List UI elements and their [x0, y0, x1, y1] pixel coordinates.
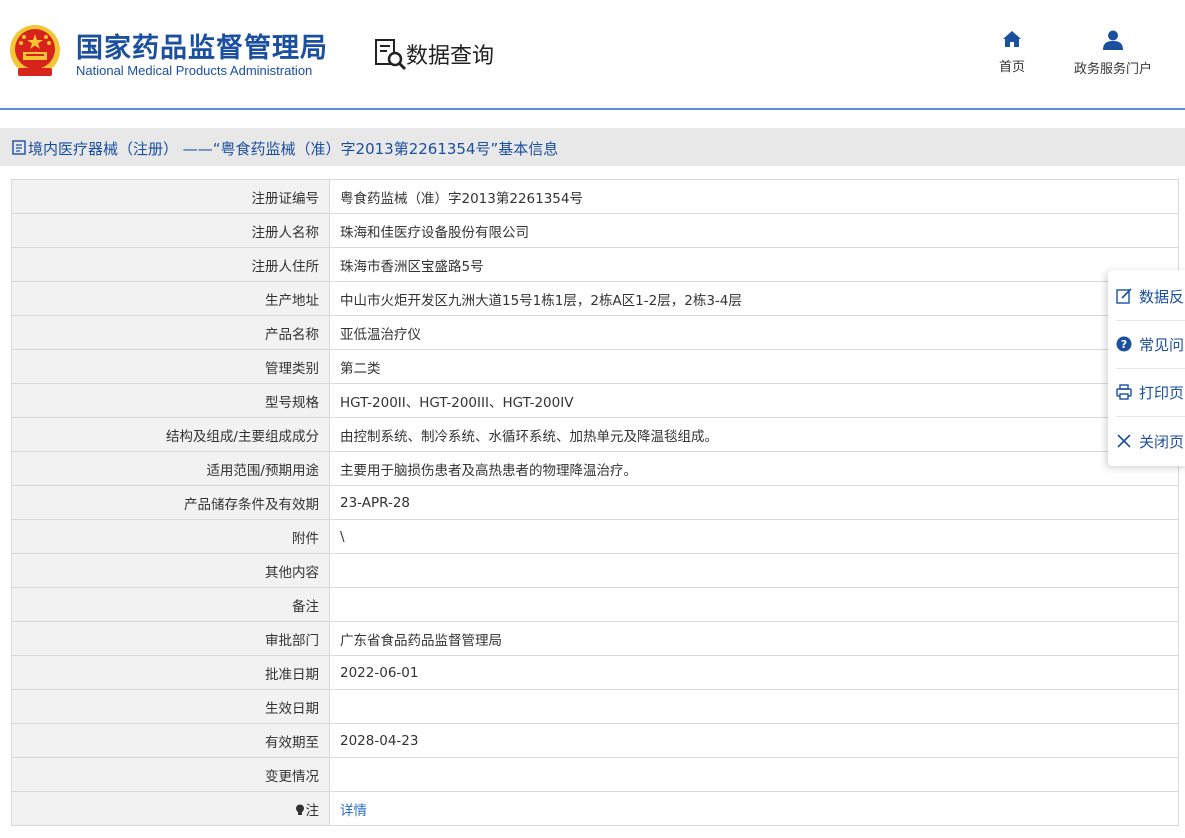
table-row: 备注 [11, 587, 1179, 622]
row-value [329, 689, 1179, 724]
table-row: 注册人名称 珠海和佳医疗设备股份有限公司 [11, 213, 1179, 248]
side-tool-panel: 数据反 ? 常见问 打印页 关闭页 [1108, 270, 1185, 466]
row-value-note: 详情 [329, 791, 1179, 826]
home-icon [1003, 31, 1021, 47]
close-icon [1117, 434, 1131, 448]
row-value: 中山市火炬开发区九洲大道15号1栋1层，2栋A区1-2层，2栋3-4层 [329, 281, 1179, 316]
table-row: 审批部门 广东省食品药品监督管理局 [11, 621, 1179, 656]
row-label: 注册人名称 [11, 213, 330, 248]
table-row: 变更情况 [11, 757, 1179, 792]
table-row: 注册证编号 粤食药监械（准）字2013第2261354号 [11, 179, 1179, 214]
registration-info-table: 注册证编号 粤食药监械（准）字2013第2261354号 注册人名称 珠海和佳医疗设备… [11, 179, 1179, 826]
row-label: 型号规格 [11, 383, 330, 418]
row-value: HGT-200II、HGT-200III、HGT-200IV [329, 383, 1179, 418]
side-divider [1116, 320, 1185, 321]
side-divider [1116, 368, 1185, 369]
table-row: 生效日期 [11, 689, 1179, 724]
table-row: 生产地址 中山市火炬开发区九洲大道15号1栋1层，2栋A区1-2层，2栋3-4层 [11, 281, 1179, 316]
row-value: 珠海和佳医疗设备股份有限公司 [329, 213, 1179, 248]
row-label: 有效期至 [11, 723, 330, 758]
info-table-body: 注册证编号 粤食药监械（准）字2013第2261354号 注册人名称 珠海和佳医疗设备… [11, 179, 1179, 826]
row-value: 主要用于脑损伤患者及高热患者的物理降温治疗。 [329, 451, 1179, 486]
table-row: 产品储存条件及有效期 23-APR-28 [11, 485, 1179, 520]
row-value [329, 757, 1179, 792]
table-row: 批准日期 2022-06-01 [11, 655, 1179, 690]
row-label: 产品名称 [11, 315, 330, 350]
question-icon: ? [1116, 336, 1132, 352]
feedback-label: 数据反 [1139, 288, 1185, 306]
svg-text:?: ? [1121, 338, 1127, 351]
row-label: 注册人住所 [11, 247, 330, 282]
table-row: 结构及组成/主要组成成分 由控制系统、制冷系统、水循环系统、加热单元及降温毯组成。 [11, 417, 1179, 452]
row-value [329, 587, 1179, 622]
row-label: 管理类别 [11, 349, 330, 384]
table-row-note: 注 详情 [11, 791, 1179, 826]
row-value: 粤食药监械（准）字2013第2261354号 [329, 179, 1179, 214]
breadcrumb-text: 境内医疗器械（注册） ——“粤食药监械（准）字2013第2261354号”基本信… [28, 140, 559, 158]
page-title: 数据查询 [406, 44, 495, 69]
row-value: 珠海市香洲区宝盛路5号 [329, 247, 1179, 282]
row-label: 批准日期 [11, 655, 330, 690]
row-label: 注册证编号 [11, 179, 330, 214]
national-emblem-icon [10, 25, 60, 76]
site-header: 国家药品监督管理局 National Medical Products Admi… [0, 0, 1185, 110]
table-row: 附件 \ [11, 519, 1179, 554]
row-label: 产品储存条件及有效期 [11, 485, 330, 520]
row-label: 审批部门 [11, 621, 330, 656]
row-value: 亚低温治疗仪 [329, 315, 1179, 350]
nav-portal-label: 政务服务门户 [1073, 62, 1152, 77]
row-value: 广东省食品药品监督管理局 [329, 621, 1179, 656]
nav-portal-link[interactable]: 政务服务门户 [1064, 30, 1162, 77]
row-label: 结构及组成/主要组成成分 [11, 417, 330, 452]
brand-title-en: National Medical Products Administration [76, 63, 313, 78]
user-icon [1103, 30, 1123, 50]
brand-title-cn: 国家药品监督管理局 [76, 33, 328, 64]
row-value: 23-APR-28 [329, 485, 1179, 520]
table-row: 适用范围/预期用途 主要用于脑损伤患者及高热患者的物理降温治疗。 [11, 451, 1179, 486]
close-page-label: 关闭页 [1139, 433, 1185, 451]
nav-home-link[interactable]: 首页 [994, 30, 1030, 75]
row-label: 适用范围/预期用途 [11, 451, 330, 486]
print-label: 打印页 [1139, 384, 1185, 402]
edit-icon [1116, 288, 1132, 304]
data-query-icon [375, 39, 407, 71]
row-label-note: 注 [11, 791, 330, 826]
row-label: 其他内容 [11, 553, 330, 588]
table-row: 有效期至 2028-04-23 [11, 723, 1179, 758]
table-row: 管理类别 第二类 [11, 349, 1179, 384]
print-icon [1116, 384, 1132, 400]
row-value: 2028-04-23 [329, 723, 1179, 758]
document-icon [12, 140, 26, 155]
row-label: 生产地址 [11, 281, 330, 316]
row-label: 变更情况 [11, 757, 330, 792]
row-value: 第二类 [329, 349, 1179, 384]
row-value: 2022-06-01 [329, 655, 1179, 690]
breadcrumb: 境内医疗器械（注册） ——“粤食药监械（准）字2013第2261354号”基本信… [0, 128, 1185, 166]
table-row: 其他内容 [11, 553, 1179, 588]
header-divider [0, 108, 1185, 110]
table-row: 注册人住所 珠海市香洲区宝盛路5号 [11, 247, 1179, 282]
page: 国家药品监督管理局 National Medical Products Admi… [0, 0, 1185, 838]
note-label: 注 [305, 802, 320, 819]
side-divider [1116, 416, 1185, 417]
row-label: 备注 [11, 587, 330, 622]
row-value [329, 553, 1179, 588]
details-link[interactable]: 详情 [340, 803, 367, 819]
nav-home-label: 首页 [998, 60, 1025, 75]
table-row: 产品名称 亚低温治疗仪 [11, 315, 1179, 350]
row-value: 由控制系统、制冷系统、水循环系统、加热单元及降温毯组成。 [329, 417, 1179, 452]
faq-label: 常见问 [1139, 336, 1185, 354]
row-value: \ [329, 519, 1179, 554]
table-row: 型号规格 HGT-200II、HGT-200III、HGT-200IV [11, 383, 1179, 418]
row-label: 附件 [11, 519, 330, 554]
row-label: 生效日期 [11, 689, 330, 724]
lightbulb-icon [295, 804, 304, 815]
